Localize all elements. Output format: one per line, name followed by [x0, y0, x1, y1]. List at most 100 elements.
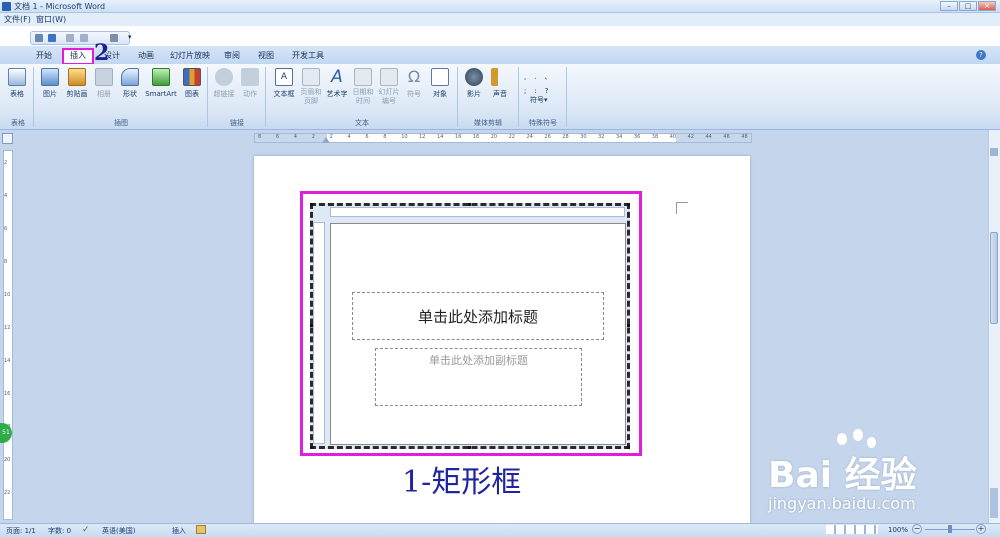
zoom-in-icon[interactable]: +: [976, 524, 986, 534]
close-button[interactable]: ×: [978, 1, 996, 11]
sound-button[interactable]: 声音: [488, 68, 512, 99]
smartart-icon: [152, 68, 170, 86]
resize-handle[interactable]: [627, 446, 630, 449]
subscript-icon[interactable]: [110, 34, 118, 42]
tab-animations[interactable]: 动画: [138, 50, 154, 61]
group-label-links: 链接: [230, 119, 244, 127]
window-title: 文档 1 - Microsoft Word: [14, 2, 106, 11]
datetime-label-1: 日期和: [352, 88, 374, 96]
ruler-tick-label: 40: [669, 134, 677, 140]
ruler-tick-label: 2: [311, 134, 315, 140]
ruler-tick-label: 12: [419, 134, 426, 140]
menu-window[interactable]: 窗口(W): [36, 14, 66, 25]
resize-handle[interactable]: [468, 203, 471, 206]
scroll-up-arrow-icon[interactable]: [990, 148, 998, 156]
ruler-tick-label: 46: [723, 134, 730, 140]
resize-handle[interactable]: [627, 203, 630, 206]
album-button[interactable]: 相册: [92, 68, 116, 99]
slide-number-button[interactable]: 幻灯片 编号: [376, 68, 402, 106]
textbox-button[interactable]: A 文本框: [270, 68, 298, 99]
scrollbar-thumb[interactable]: [990, 232, 998, 324]
symbols-dropdown-button[interactable]: 符号▾: [530, 96, 560, 105]
ruler-tick-label: 14: [437, 134, 444, 140]
tab-view[interactable]: 视图: [258, 50, 274, 61]
undo-icon[interactable]: [48, 34, 56, 42]
word-app-icon[interactable]: [2, 2, 11, 11]
ruler-tick-label: 26: [544, 134, 551, 140]
save-icon[interactable]: [35, 34, 43, 42]
status-page[interactable]: 页面: 1/1: [6, 526, 36, 536]
status-insert-mode[interactable]: 插入: [172, 526, 186, 536]
tab-review[interactable]: 审阅: [224, 50, 240, 61]
slide-horizontal-ruler: [330, 207, 625, 217]
ruler-tick-label: 10: [401, 134, 408, 140]
action-label: 动作: [243, 90, 257, 98]
menu-bar: [0, 13, 1000, 26]
resize-handle[interactable]: [310, 446, 313, 449]
zoom-out-icon[interactable]: −: [912, 524, 922, 534]
hyperlink-button[interactable]: 超链接: [210, 68, 238, 99]
object-button[interactable]: 对象: [428, 68, 452, 99]
tab-slideshow[interactable]: 幻灯片放映: [170, 50, 210, 61]
tab-selector-icon[interactable]: [2, 133, 13, 144]
zoom-slider-thumb[interactable]: [948, 525, 952, 533]
vertical-scrollbar[interactable]: [988, 130, 1000, 523]
album-icon: [95, 68, 113, 86]
smartart-button[interactable]: SmartArt: [143, 68, 179, 99]
group-divider: [207, 67, 208, 127]
wordart-button[interactable]: A 艺术字: [324, 68, 350, 99]
slide-title-placeholder[interactable]: 单击此处添加标题: [352, 292, 604, 340]
status-zoom[interactable]: 100%: [888, 526, 908, 534]
tab-insert[interactable]: 插入: [70, 50, 86, 61]
print-icon[interactable]: [80, 34, 88, 42]
ruler-tick-label: 8: [4, 259, 8, 265]
tab-home[interactable]: 开始: [36, 50, 52, 61]
ruler-tick-label: 22: [4, 490, 11, 496]
tab-developer[interactable]: 开发工具: [292, 50, 324, 61]
ruler-tick-label: 14: [4, 358, 11, 364]
resize-handle[interactable]: [310, 324, 313, 327]
resize-handle[interactable]: [468, 446, 471, 449]
clipart-button[interactable]: 剪贴画: [63, 68, 91, 99]
menu-file[interactable]: 文件(F): [4, 14, 31, 25]
action-button[interactable]: 动作: [238, 68, 262, 99]
maximize-button[interactable]: □: [959, 1, 977, 11]
group-label-table: 表格: [11, 119, 25, 127]
ruler-tick-label: 24: [526, 134, 533, 140]
scroll-browse-buttons[interactable]: [990, 488, 998, 518]
rectangle-caption: 1-矩形框: [402, 465, 522, 500]
table-button[interactable]: 表格: [5, 68, 29, 99]
omega-icon: Ω: [407, 67, 421, 86]
proofing-check-icon[interactable]: ✓: [82, 525, 92, 535]
ruler-tick-label: 6: [275, 134, 280, 140]
header-footer-button[interactable]: 页眉和 页脚: [298, 68, 324, 106]
clipart-label: 剪贴画: [66, 90, 88, 98]
view-buttons[interactable]: [826, 525, 878, 534]
ruler-tick-label: 36: [633, 134, 641, 140]
macro-record-icon[interactable]: [196, 525, 206, 534]
datetime-button[interactable]: 日期和 时间: [350, 68, 376, 106]
status-words[interactable]: 字数: 0: [48, 526, 71, 536]
movie-button[interactable]: 影片: [462, 68, 486, 99]
vertical-ruler[interactable]: [3, 150, 13, 520]
shapes-label: 形状: [123, 90, 137, 98]
picture-button[interactable]: 图片: [38, 68, 62, 99]
ruler-tick-label: 18: [472, 134, 480, 140]
slide-number-label-2: 编号: [382, 97, 396, 105]
shapes-button[interactable]: 形状: [118, 68, 142, 99]
ruler-tick-label: 42: [687, 134, 694, 140]
datetime-label-2: 时间: [356, 97, 370, 105]
minimize-button[interactable]: –: [940, 1, 958, 11]
help-icon[interactable]: ?: [976, 50, 986, 60]
resize-handle[interactable]: [627, 324, 630, 327]
redo-icon[interactable]: [66, 34, 74, 42]
special-symbols-gallery[interactable]: ,.、;:?: [524, 70, 559, 98]
resize-handle[interactable]: [310, 203, 313, 206]
status-language[interactable]: 英语(美国): [102, 526, 135, 536]
slide-subtitle-placeholder[interactable]: 单击此处添加副标题: [375, 348, 582, 406]
customize-qat-icon[interactable]: ▾: [128, 33, 132, 41]
group-divider: [518, 67, 519, 127]
symbol-button[interactable]: Ω 符号: [402, 68, 426, 99]
chart-button[interactable]: 图表: [180, 68, 204, 99]
symbols-dropdown-label: 符号: [530, 96, 544, 104]
